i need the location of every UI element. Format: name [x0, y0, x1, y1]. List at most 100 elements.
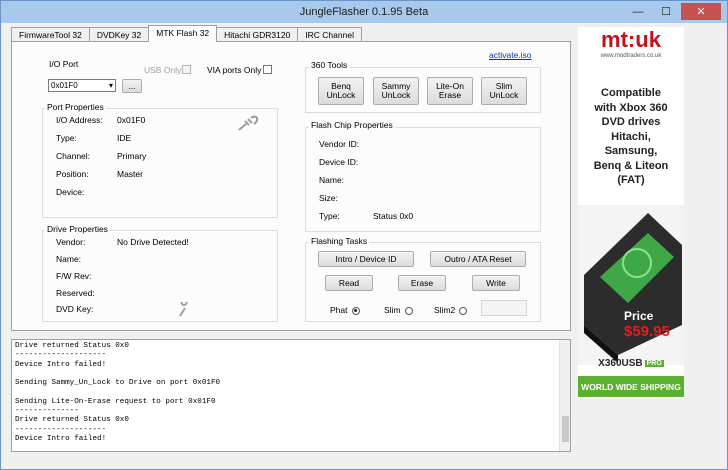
activate-link[interactable]: activate.iso: [489, 50, 532, 60]
reserved-label: Reserved:: [56, 288, 95, 298]
log-line: Device Intro failed!: [15, 360, 107, 369]
benq-unlock-button[interactable]: Benq UnLock: [318, 77, 364, 105]
radio-phat-circle[interactable]: [351, 306, 360, 315]
flashing-tasks-title: Flashing Tasks: [309, 236, 370, 246]
chip-type-label: Type:: [319, 211, 340, 221]
browse-button[interactable]: ...: [122, 79, 142, 93]
radio-slim2-circle[interactable]: [459, 306, 468, 315]
key-icon: [177, 299, 189, 318]
benq-unlock-label-2: UnLock: [326, 90, 356, 100]
type-label: Type:: [56, 133, 77, 143]
ad-logo: mt:uk www.modtraders.co.uk: [578, 27, 684, 71]
radio-slim2[interactable]: Slim2: [434, 305, 468, 315]
liteon-erase-label-2: Erase: [438, 90, 462, 100]
title-bar: JungleFlasher 0.1.95 Beta — ☐ ✕: [1, 1, 727, 23]
io-address-value: 0x01F0: [117, 115, 146, 125]
ad-brand-badge: PRO: [644, 359, 664, 367]
via-ports-checkbox[interactable]: [263, 65, 272, 74]
app-window: JungleFlasher 0.1.95 Beta — ☐ ✕ Firmware…: [0, 0, 728, 470]
outro-ata-reset-button[interactable]: Outro / ATA Reset: [430, 251, 526, 267]
radio-slim-circle[interactable]: [404, 306, 413, 315]
ad-shipping-banner[interactable]: WORLD WIDE SHIPPING: [578, 376, 684, 397]
usb-only-checkbox[interactable]: [182, 65, 191, 74]
maximize-button[interactable]: ☐: [653, 3, 679, 20]
ad-logo-text: mt:uk: [601, 27, 661, 52]
io-port-select[interactable]: 0x01F0 ▾: [48, 79, 116, 92]
log-line: Sending Lite-On-Erase request to port 0x…: [15, 397, 216, 406]
tab-hitachi[interactable]: Hitachi GDR3120: [216, 27, 299, 42]
via-ports-label: VIA ports Only: [207, 65, 262, 75]
type-value: IDE: [117, 133, 132, 143]
window-title: JungleFlasher 0.1.95 Beta: [299, 6, 429, 18]
log-scrollbar-thumb[interactable]: [562, 416, 569, 442]
chip-status-value: Status 0x0: [373, 211, 414, 221]
log-output[interactable]: Drive returned Status 0x0 --------------…: [11, 339, 571, 452]
ad-line-5: Samsung,: [604, 145, 658, 157]
fw-rev-label: F/W Rev:: [56, 271, 92, 281]
log-line: --------------------: [15, 351, 107, 360]
device-id-label: Device ID:: [319, 157, 359, 167]
tab-strip: FirmwareTool 32 DVDKey 32 MTK Flash 32 H…: [11, 25, 362, 42]
cable-icon: [237, 115, 259, 133]
channel-value: Primary: [117, 151, 147, 161]
vendor-id-label: Vendor ID:: [319, 139, 360, 149]
ad-line-6: Benq & Liteon: [593, 159, 669, 172]
ad-line-4: Hitachi,: [611, 130, 651, 143]
ad-headline: Compatible with Xbox 360 DVD drives Hita…: [578, 86, 684, 188]
drive-properties-title: Drive Properties: [45, 224, 110, 234]
position-value: Master: [117, 169, 143, 179]
ad-brand-name: X360USB: [598, 357, 643, 369]
ad-product-image: Price $59.95: [578, 205, 684, 365]
io-address-label: I/O Address:: [56, 115, 103, 125]
progress-box: [481, 300, 527, 316]
dvd-key-label: DVD Key:: [56, 304, 94, 314]
write-button[interactable]: Write: [472, 275, 520, 291]
erase-button[interactable]: Erase: [398, 275, 446, 291]
close-button[interactable]: ✕: [681, 3, 721, 20]
io-port-value: 0x01F0: [51, 81, 78, 90]
chip-name-label: Name:: [319, 175, 345, 185]
radio-phat-label: Phat: [330, 305, 348, 315]
chevron-down-icon: ▾: [108, 81, 113, 90]
tools-360-title: 360 Tools: [309, 60, 350, 70]
radio-phat[interactable]: Phat: [330, 305, 360, 315]
sammy-unlock-button[interactable]: Sammy UnLock: [373, 77, 419, 105]
log-line: Sending Sammy_Un_Lock to Drive on port 0…: [15, 379, 221, 388]
ad-line-2: with Xbox 360: [594, 101, 668, 114]
read-button[interactable]: Read: [325, 275, 373, 291]
liteon-erase-button[interactable]: Lite-On Erase: [427, 77, 473, 105]
io-port-label: I/O Port: [49, 59, 79, 69]
usb-device-illustration: [578, 205, 684, 365]
log-line: Drive returned Status 0x0: [15, 342, 129, 350]
tab-irc-channel[interactable]: IRC Channel: [297, 27, 362, 42]
vendor-value: No Drive Detected!: [117, 237, 189, 247]
tab-dvdkey[interactable]: DVDKey 32: [88, 27, 150, 42]
tab-mtk-flash[interactable]: MTK Flash 32: [148, 25, 218, 42]
log-line: Drive returned Status 0x0: [15, 416, 129, 425]
ad-line-1: Compatible: [601, 87, 661, 99]
slim-unlock-label-2: UnLock: [489, 90, 519, 100]
log-line: --------------: [15, 407, 79, 416]
minimize-button[interactable]: —: [625, 3, 651, 20]
vendor-label: Vendor:: [56, 237, 86, 247]
size-label: Size:: [319, 193, 338, 203]
log-line: Device Intro failed!: [15, 434, 107, 443]
sammy-unlock-label-2: UnLock: [381, 90, 411, 100]
radio-slim2-label: Slim2: [434, 305, 456, 315]
device-label: Device:: [56, 187, 85, 197]
position-label: Position:: [56, 169, 89, 179]
advertisement-banner[interactable]: mt:uk www.modtraders.co.uk Compatible wi…: [578, 27, 684, 399]
usb-only-label: USB Only: [144, 65, 182, 75]
radio-slim[interactable]: Slim: [384, 305, 413, 315]
radio-slim-label: Slim: [384, 305, 401, 315]
slim-unlock-button[interactable]: Slim UnLock: [481, 77, 527, 105]
tab-firmwaretool[interactable]: FirmwareTool 32: [11, 27, 90, 42]
log-scrollbar[interactable]: [559, 340, 570, 451]
intro-device-id-button[interactable]: Intro / Device ID: [318, 251, 414, 267]
ad-line-7: (FAT): [617, 174, 645, 186]
log-line: --------------------: [15, 425, 107, 434]
channel-label: Channel:: [56, 151, 91, 161]
ad-price: $59.95: [624, 323, 670, 340]
